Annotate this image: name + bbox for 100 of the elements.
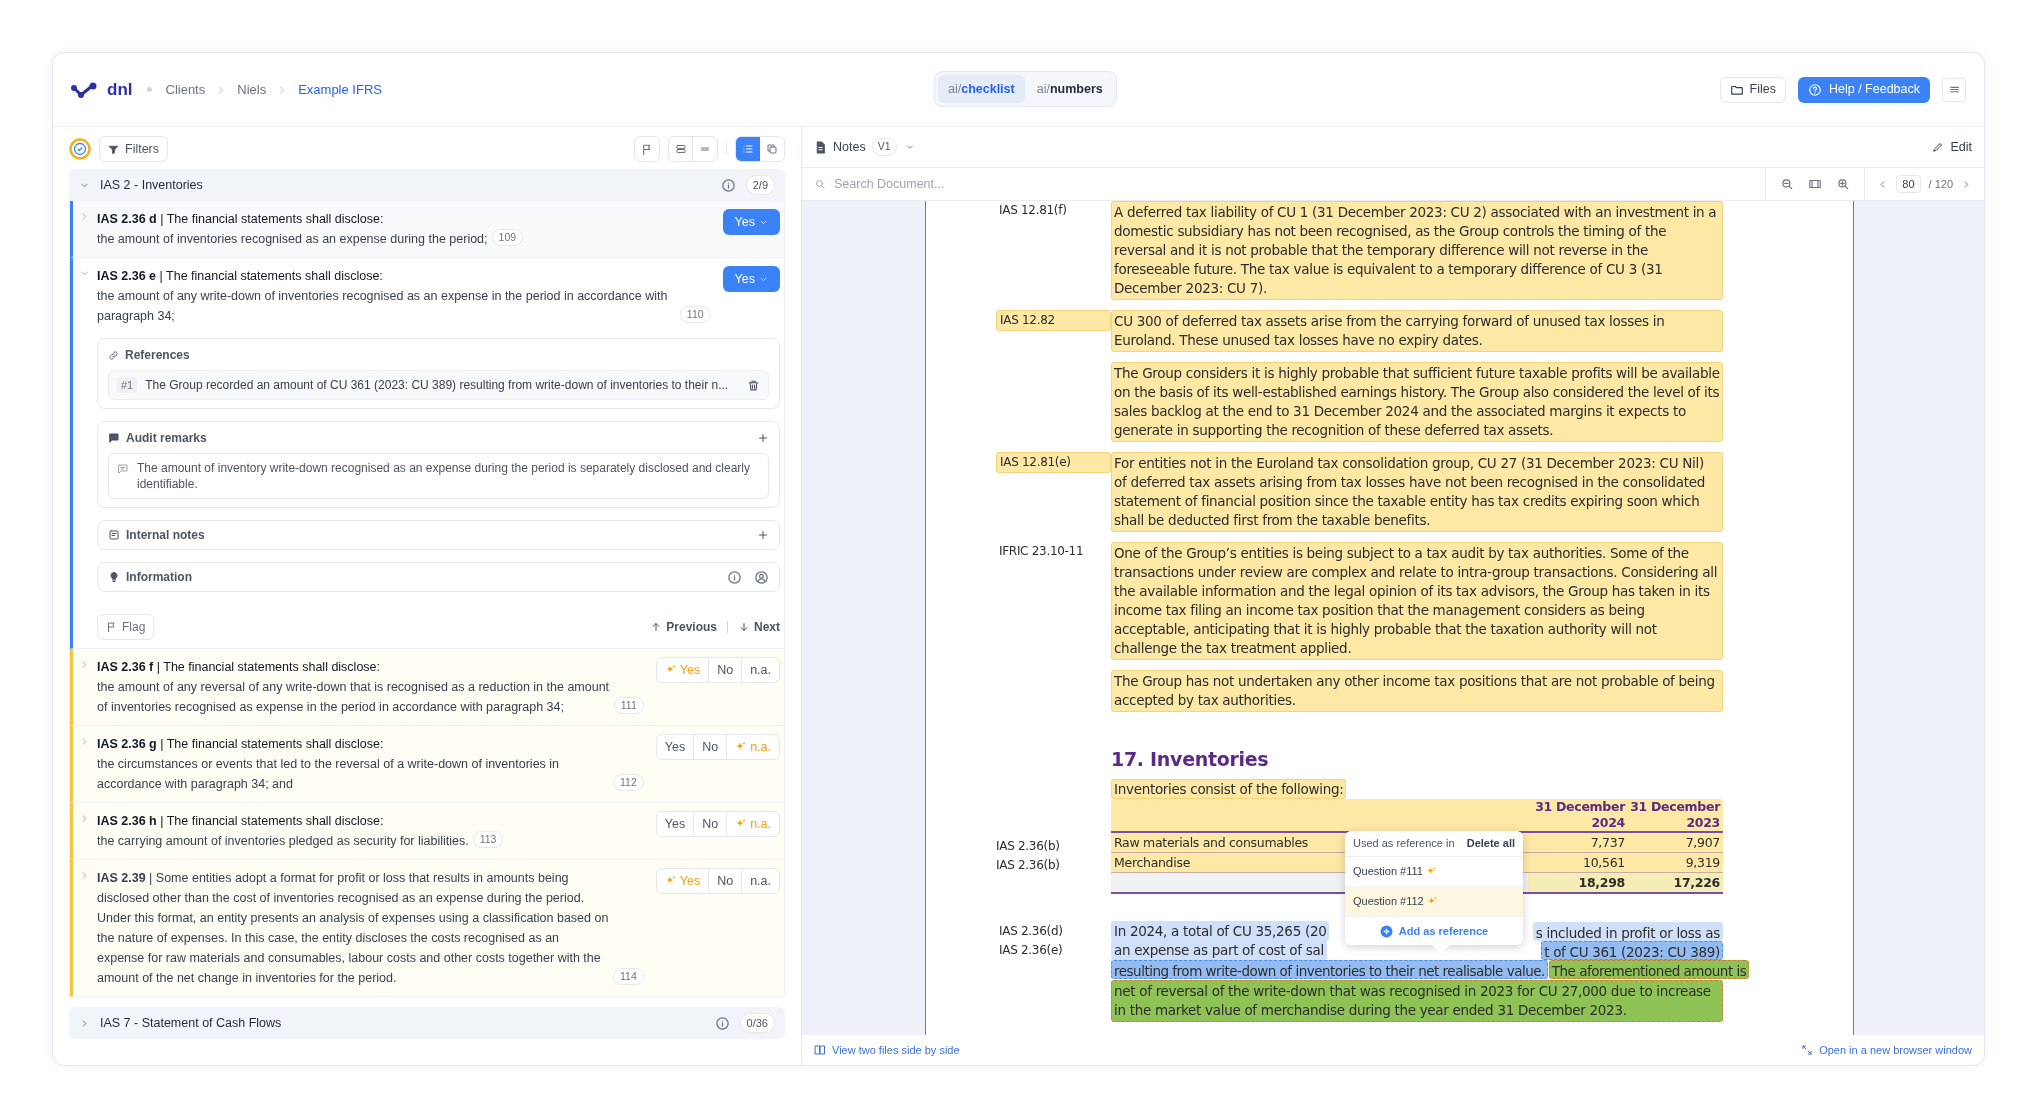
- files-button[interactable]: Files: [1719, 76, 1786, 103]
- plus-icon: [757, 529, 769, 541]
- arrow-down-icon: [738, 621, 750, 633]
- table-cell-text: 9,319: [1684, 854, 1721, 872]
- previous-button[interactable]: Previous: [650, 618, 717, 636]
- highlighted-text[interactable]: In 2024, a total of CU 35,265 (20: [1111, 921, 1330, 941]
- question-title: IAS 2.36 g | The financial statements shall disclose:: [97, 737, 384, 751]
- answer-dropdown[interactable]: Yes: [722, 209, 780, 235]
- info-icon: [727, 569, 742, 585]
- bulb-icon: [108, 571, 120, 583]
- logo-text: dnl: [107, 78, 133, 101]
- highlighted-text[interactable]: A deferred tax liability of CU 1 (31 December 2023: CU 2) associated with an investment in a domestic subsidiary has not been recognised, as the Group controls the timing of the reversal and it is not probable that the temporary difference will not reverse in the foreseeable future. The tax value is equivalent to a temporary difference of CU 3 (31 December 2023: CU 7).: [1111, 201, 1723, 300]
- group-header[interactable]: IAS 7 - Statement of Cash Flows 0/36: [69, 1007, 785, 1039]
- view-mode-button[interactable]: [736, 137, 760, 161]
- section-title: References: [125, 347, 190, 364]
- highlighted-text[interactable]: an expense as part of cost of sal: [1111, 940, 1327, 960]
- question-number-badge: 111: [613, 697, 644, 714]
- reference-label: IAS 12.82: [996, 310, 1111, 331]
- remark-icon: [117, 463, 129, 475]
- search-field[interactable]: Search Document...: [834, 174, 1754, 194]
- edit-button[interactable]: Edit: [1932, 137, 1972, 157]
- document-icon: [814, 140, 827, 154]
- mode-tab[interactable]: ai/checklist: [938, 75, 1025, 103]
- copy-icon: [766, 143, 778, 155]
- status-ring-icon[interactable]: [69, 138, 91, 160]
- delete-all-button[interactable]: Delete all: [1466, 835, 1515, 852]
- highlighted-text[interactable]: The Group has not undertaken any other income tax positions that are not probable of being accepted by tax authorities.: [1111, 670, 1723, 712]
- total-cell: 18,298: [1528, 873, 1628, 892]
- answer-option[interactable]: No: [693, 812, 727, 836]
- plus-circle-icon: [1379, 924, 1393, 938]
- add-reference-button[interactable]: Add as reference: [1379, 922, 1489, 940]
- section-title: Internal notes: [126, 527, 205, 544]
- zoom-out-icon: [1780, 177, 1795, 191]
- flag-filter-button[interactable]: [634, 136, 660, 162]
- question-text: the amount of any write-down of inventories recognised as an expense in the period in accordance with paragraph 34;: [97, 288, 669, 325]
- highlighted-text[interactable]: Inventories consist of the following:: [1111, 779, 1347, 799]
- question-link[interactable]: Question #112: [1345, 887, 1523, 917]
- flag-button[interactable]: Flag: [97, 614, 155, 640]
- question-number-badge: 109: [491, 229, 524, 246]
- breadcrumb-link[interactable]: Niels: [237, 79, 267, 100]
- answer-option[interactable]: Yes: [656, 735, 694, 759]
- highlighted-text[interactable]: resulting from write-down of inventories to their net realisable value.: [1111, 960, 1548, 979]
- reference-label: IAS 2.36(d): [998, 923, 1064, 940]
- notes-icon: [108, 529, 120, 541]
- question-text: the amount of inventories recognised as an expense during the period;: [97, 231, 488, 248]
- reference-item[interactable]: #1 The Group recorded an amount of CU 361 (2023: CU 389) resulting from write-down of inventories to their n...: [108, 370, 769, 400]
- help-button[interactable]: Help / Feedback: [1797, 76, 1930, 103]
- question-title: IAS 2.36 f | The financial statements shall disclose:: [97, 660, 381, 674]
- logo-icon: [71, 81, 97, 98]
- remark-text: The amount of inventory write-down recognised as an expense during the period is separately disclosed and clearly identifiable.: [137, 460, 751, 492]
- link-icon: [108, 349, 119, 361]
- filter-icon: [108, 143, 119, 155]
- group-title: IAS 7 - Statement of Cash Flows: [100, 1014, 282, 1032]
- side-by-side-link[interactable]: View two files side by side: [814, 1041, 960, 1059]
- table-cell-text: 7,907: [1684, 834, 1721, 852]
- answer-option[interactable]: No: [708, 869, 742, 893]
- question-title: IAS 2.36 d | The financial statements shall disclose:: [97, 212, 384, 226]
- info-icon: [720, 177, 736, 193]
- pencil-icon: [1932, 141, 1945, 153]
- answer-option[interactable]: No: [693, 735, 727, 759]
- answer-option[interactable]: No: [708, 658, 742, 682]
- highlighted-text[interactable]: t of CU 361 (2023: CU 389): [1541, 941, 1723, 960]
- chat-icon: [108, 432, 120, 444]
- reference-label: IAS 12.81(f): [998, 202, 1068, 219]
- highlighted-text[interactable]: net of reversal of the write-down that was recognised in 2023 for CU 27,000 due to increase in the market value of merchandise during the year ended 31 December 2023.: [1111, 980, 1723, 1022]
- column-header: 31 December 2024: [1535, 799, 1625, 831]
- info-icon: [714, 1015, 730, 1031]
- mode-tab[interactable]: ai/numbers: [1026, 75, 1113, 103]
- document-name: Notes: [833, 138, 866, 156]
- reference-label: IAS 2.36(e): [998, 942, 1064, 959]
- breadcrumb-link[interactable]: Clients: [165, 79, 206, 100]
- answer-dropdown[interactable]: Yes: [722, 266, 780, 292]
- user-icon: [754, 569, 769, 585]
- question-text: IAS 2.39 | Some entities adopt a format for profit or loss that results in amounts being disclosed other than the cost of inventories recognised as an expense during the period. Under this format, an entity presents an analysis of expenses using a classification based on the nature of expenses. In this case, the entity discloses the costs recognised as an expense for raw materials and consumables, labour costs and other costs together with the amount of the net change in inventories for the period.: [97, 870, 609, 987]
- next-button[interactable]: Next: [738, 618, 780, 636]
- group-header[interactable]: IAS 2 - Inventories 2/9: [69, 169, 785, 201]
- highlighted-text[interactable]: For entities not in the Euroland tax consolidation group, CU 27 (31 December 2023: CU Nil) of deferred tax assets arising from tax losses have not been recognised in the consolidated statement of financial position since the taxable entity has tax credits expiring soon which shall be deducted first from the taxable benefits.: [1111, 452, 1723, 532]
- highlighted-text[interactable]: s included in profit or loss as: [1532, 922, 1723, 941]
- question-text: the carrying amount of inventories pledged as security for liabilities.: [97, 833, 469, 850]
- zoom-in-icon: [1836, 177, 1851, 191]
- breadcrumb-link[interactable]: Example IFRS: [298, 79, 382, 100]
- table-cell-text: Raw materials and consumables: [1113, 834, 1310, 852]
- highlighted-text[interactable]: One of the Group’s entities is being subject to a tax audit by tax authorities. Some of the transactions under review are complex and relate to intra-group transactions. Considering all the available information and the legal opinion of its tax advisors, the Group has taken in its income tax filing an income tax position that the management considers as being acceptable, anticipating that it is highly probable that the taxation authority will not challenge the tax treatment applied.: [1111, 542, 1723, 660]
- filters-button[interactable]: Filters: [99, 136, 169, 162]
- answer-option[interactable]: n.a.: [741, 869, 779, 893]
- answer-option[interactable]: Yes: [656, 812, 694, 836]
- open-new-window-link[interactable]: Open in a new browser window: [1801, 1041, 1972, 1059]
- question-link[interactable]: Question #111: [1345, 857, 1523, 887]
- reference-index: #1: [117, 376, 138, 394]
- plus-icon: [757, 432, 769, 444]
- highlighted-text[interactable]: CU 300 of deferred tax assets arise from the carrying forward of unused tax losses in Euroland. These unused tax losses have no expiry dates.: [1111, 310, 1723, 352]
- answer-option[interactable]: n.a.: [741, 658, 779, 682]
- question-text: the circumstances or events that led to the reversal of a write-down of inventories in accordance with paragraph 34; and: [97, 756, 561, 793]
- page-number-field[interactable]: 80: [1896, 174, 1921, 194]
- reference-label: IAS 2.36(b): [996, 857, 1061, 874]
- fit-page-icon: [1808, 177, 1823, 191]
- highlighted-text[interactable]: The aforementioned amount is: [1548, 960, 1750, 979]
- menu-button[interactable]: [1942, 77, 1966, 102]
- search-icon: [814, 178, 826, 190]
- highlighted-text[interactable]: The Group considers it is highly probable that sufficient future taxable profits will be available on the basis of its well-established earnings history. The Group also considered the level of its sales backlog at the end to 31 December 2024 and the associated margins it expects to generate in supporting the recognition of these deferred tax assets.: [1111, 362, 1723, 442]
